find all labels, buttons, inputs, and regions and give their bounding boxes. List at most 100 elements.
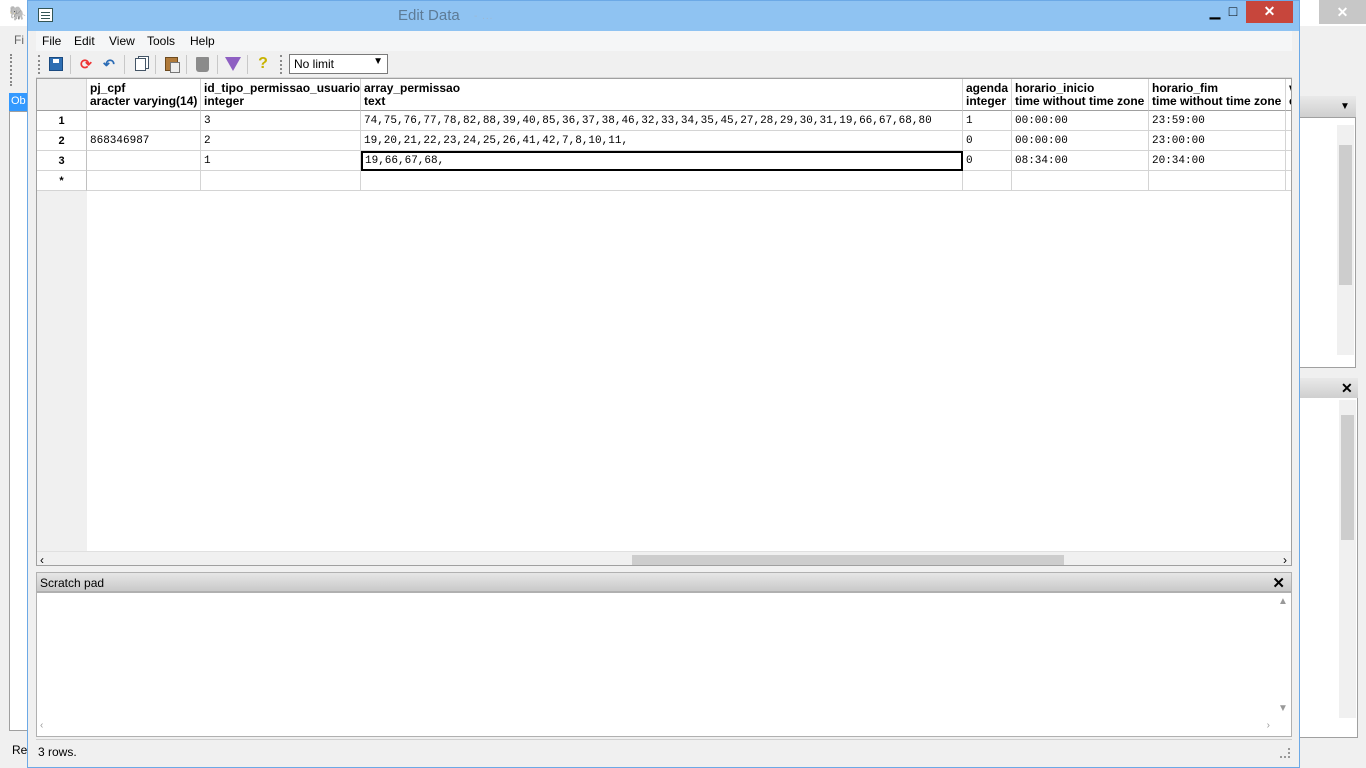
close-icon[interactable]: ✕ (1272, 574, 1285, 592)
background-menu-file[interactable]: Fi (14, 33, 24, 47)
elephant-icon: 🐘 (9, 5, 27, 21)
grid-cell-pj-cpf[interactable]: 868346987 (87, 131, 201, 151)
toolbar-separator (155, 55, 156, 74)
grid-cell-pj-cpf[interactable] (87, 151, 201, 171)
close-button[interactable]: ✕ (1246, 1, 1293, 23)
grid-cell-id-tipo-permissao-usuario[interactable] (201, 171, 361, 191)
window-title-detail: - ... (474, 11, 494, 22)
paste-button[interactable] (161, 54, 181, 74)
grid-cell-horario-fim[interactable]: 23:00:00 (1149, 131, 1286, 151)
row-limit-value: No limit (294, 57, 335, 71)
background-properties-scroll-thumb[interactable] (1339, 145, 1352, 285)
resize-grip[interactable] (1280, 748, 1290, 758)
chevron-left-icon[interactable]: ‹ (40, 720, 43, 731)
grid-cell-array-permissao[interactable]: 19,66,67,68, (361, 151, 963, 171)
row-number[interactable]: 1 (37, 111, 87, 131)
grid-cell-horario-inicio[interactable]: 08:34:00 (1012, 151, 1149, 171)
grid-cell-agenda[interactable]: 1 (963, 111, 1012, 131)
grid-cell-pj-cpf[interactable] (87, 171, 201, 191)
toolbar-grip[interactable] (38, 55, 41, 74)
grid-cell-horario-inicio[interactable]: 00:00:00 (1012, 131, 1149, 151)
menu-edit[interactable]: Edit (74, 34, 95, 48)
toolbar-grip[interactable] (280, 55, 283, 74)
background-sql-scroll-thumb[interactable] (1341, 415, 1354, 540)
grid-cell-id-tipo-permissao-usuario[interactable]: 2 (201, 131, 361, 151)
menu-help[interactable]: Help (190, 34, 215, 48)
refresh-button[interactable]: ⟳ (76, 54, 96, 74)
help-button[interactable]: ? (253, 54, 273, 74)
scratch-pad-input[interactable] (36, 592, 1292, 737)
grid-cell-v[interactable] (1286, 151, 1291, 171)
grid-cell-horario-inicio[interactable] (1012, 171, 1149, 191)
grid-cell-id-tipo-permissao-usuario[interactable]: 3 (201, 111, 361, 131)
column-header-horario-fim[interactable]: horario_fim time without time zone (1149, 79, 1286, 111)
grid-cell-array-permissao[interactable]: 19,20,21,22,23,24,25,26,41,42,7,8,10,11, (361, 131, 963, 151)
scratch-horizontal-scrollbar[interactable]: ‹ › (40, 720, 1270, 732)
row-limit-select[interactable]: No limit ▼ (289, 54, 388, 74)
delete-button[interactable] (192, 54, 212, 74)
grid-cell-horario-inicio[interactable]: 00:00:00 (1012, 111, 1149, 131)
grid-cell-array-permissao[interactable] (361, 171, 963, 191)
filter-button[interactable] (223, 54, 243, 74)
column-header-v[interactable]: vc (1286, 79, 1291, 111)
grid-cell-pj-cpf[interactable] (87, 111, 201, 131)
menu-file[interactable]: File (42, 34, 61, 48)
grid-cell-v[interactable] (1286, 111, 1291, 131)
column-header-horario-inicio[interactable]: horario_inicio time without time zone (1012, 79, 1149, 111)
scratch-pad: Scratch pad ✕ ▲ ▼ ‹ › (36, 572, 1292, 737)
grid-corner-header[interactable] (37, 79, 87, 111)
grid-cell-v[interactable] (1286, 131, 1291, 151)
window-title: Edit Data (398, 7, 460, 24)
menu-tools[interactable]: Tools (147, 34, 175, 48)
background-close-button[interactable]: ✕ (1319, 0, 1366, 24)
column-header-pj-cpf[interactable]: pj_cpf aracter varying(14) (87, 79, 201, 111)
close-icon[interactable]: ✕ (1341, 380, 1353, 397)
undo-button[interactable]: ↶ (99, 54, 119, 74)
grid-cell-agenda[interactable] (963, 171, 1012, 191)
column-header-array-permissao[interactable]: array_permissao text (361, 79, 963, 111)
undo-icon: ↶ (103, 55, 115, 72)
chevron-down-icon[interactable]: ▼ (1340, 101, 1350, 112)
save-button[interactable] (46, 54, 66, 74)
row-number[interactable]: * (37, 171, 87, 191)
toolbar-separator (247, 55, 248, 74)
grid-scroll-thumb[interactable] (632, 555, 1064, 565)
data-grid[interactable]: pj_cpf aracter varying(14) id_tipo_permiss… (36, 78, 1292, 566)
grid-cell-horario-fim[interactable]: 23:59:00 (1149, 111, 1286, 131)
chevron-up-icon[interactable]: ▲ (1278, 596, 1288, 607)
grid-cell-agenda[interactable]: 0 (963, 151, 1012, 171)
row-number[interactable]: 3 (37, 151, 87, 171)
grid-cell-horario-fim[interactable]: 20:34:00 (1149, 151, 1286, 171)
toolbar-separator (186, 55, 187, 74)
chevron-down-icon[interactable]: ▼ (1278, 703, 1288, 714)
column-header-id-tipo-permissao-usuario[interactable]: id_tipo_permissao_usuario integer (201, 79, 361, 111)
grid-cell-array-permissao[interactable]: 74,75,76,77,78,82,88,39,40,85,36,37,38,4… (361, 111, 963, 131)
menu-bar: File Edit View Tools Help (36, 31, 1292, 51)
chevron-left-icon[interactable]: ‹ (40, 553, 44, 565)
chevron-right-icon[interactable]: › (1283, 553, 1287, 565)
toolbar: ⟳ ↶ ? No limit ▼ (36, 51, 1292, 78)
maximize-button[interactable]: □ (1218, 1, 1248, 23)
paste-icon (164, 57, 180, 73)
column-header-agenda[interactable]: agenda integer (963, 79, 1012, 111)
grid-cell-id-tipo-permissao-usuario[interactable]: 1 (201, 151, 361, 171)
toolbar-separator (124, 55, 125, 74)
column-type: integer (204, 94, 245, 108)
window-titlebar[interactable]: Edit Data - ... ▁ □ ✕ (28, 1, 1299, 31)
grid-cell-horario-fim[interactable] (1149, 171, 1286, 191)
table-icon (38, 8, 53, 22)
background-object-browser-tab[interactable]: Ob (9, 93, 29, 111)
chevron-right-icon[interactable]: › (1267, 720, 1270, 731)
grid-cell-agenda[interactable]: 0 (963, 131, 1012, 151)
grid-horizontal-scrollbar[interactable]: ‹ › (37, 551, 1291, 565)
scratch-vertical-scrollbar[interactable]: ▲ ▼ (1278, 596, 1290, 714)
row-number[interactable]: 2 (37, 131, 87, 151)
status-bar: 3 rows. (36, 739, 1292, 761)
help-icon: ? (258, 55, 268, 72)
copy-button[interactable] (130, 54, 150, 74)
window-body: File Edit View Tools Help ⟳ ↶ ? No limit (36, 31, 1292, 761)
menu-view[interactable]: View (109, 34, 135, 48)
status-row-count: 3 rows. (38, 745, 77, 759)
grid-cell-v[interactable] (1286, 171, 1291, 191)
refresh-icon: ⟳ (80, 55, 92, 72)
